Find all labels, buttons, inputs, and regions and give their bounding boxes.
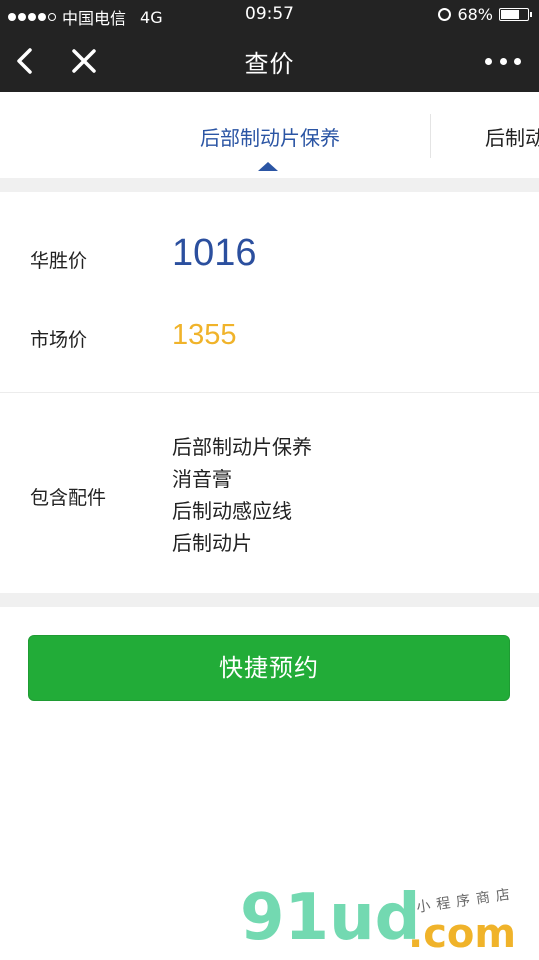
watermark-domain: .com [408,911,517,957]
parts-section: 包含配件 后部制动片保养 消音膏 后制动感应线 后制动片 [0,393,539,593]
list-item: 消音膏 [172,467,232,491]
list-item: 后制动片 [172,531,252,555]
status-bar: 中国电信 4G 09:57 68% [0,0,539,30]
watermark-logo: 91ud 小程序商店 .com [240,880,530,956]
more-dots-icon[interactable] [485,50,521,72]
list-item: 后制动感应线 [172,499,292,523]
market-price-value: 1355 [172,319,237,351]
tab-active-indicator [258,162,278,171]
battery-percent: 68% [457,5,493,24]
tab-separator [430,114,431,158]
back-arrow-icon[interactable] [12,44,42,78]
tab-rear-brake[interactable]: 后制动 [485,122,539,151]
tab-rear-brake-pad-maintenance[interactable]: 后部制动片保养 [180,122,360,151]
alarm-icon [438,8,452,21]
market-price-label: 市场价 [30,329,88,351]
list-item: 后部制动片保养 [172,435,312,459]
watermark-main: 91ud [240,881,421,955]
price-section: 华胜价 1016 市场价 1355 [0,192,539,392]
status-right: 68% [438,5,532,24]
section-gap [0,178,539,192]
huasheng-price-label: 华胜价 [30,250,88,272]
service-tabs: 后部制动片保养 后制动 [0,92,539,178]
quick-booking-button[interactable]: 快捷预约 [28,635,510,701]
close-icon[interactable] [68,44,100,78]
battery-icon [499,8,532,21]
section-gap [0,593,539,607]
parts-list: 后部制动片保养 消音膏 后制动感应线 后制动片 [172,431,312,559]
huasheng-price-value: 1016 [172,232,257,274]
nav-bar: 查价 [0,30,539,92]
included-parts-label: 包含配件 [30,487,107,509]
